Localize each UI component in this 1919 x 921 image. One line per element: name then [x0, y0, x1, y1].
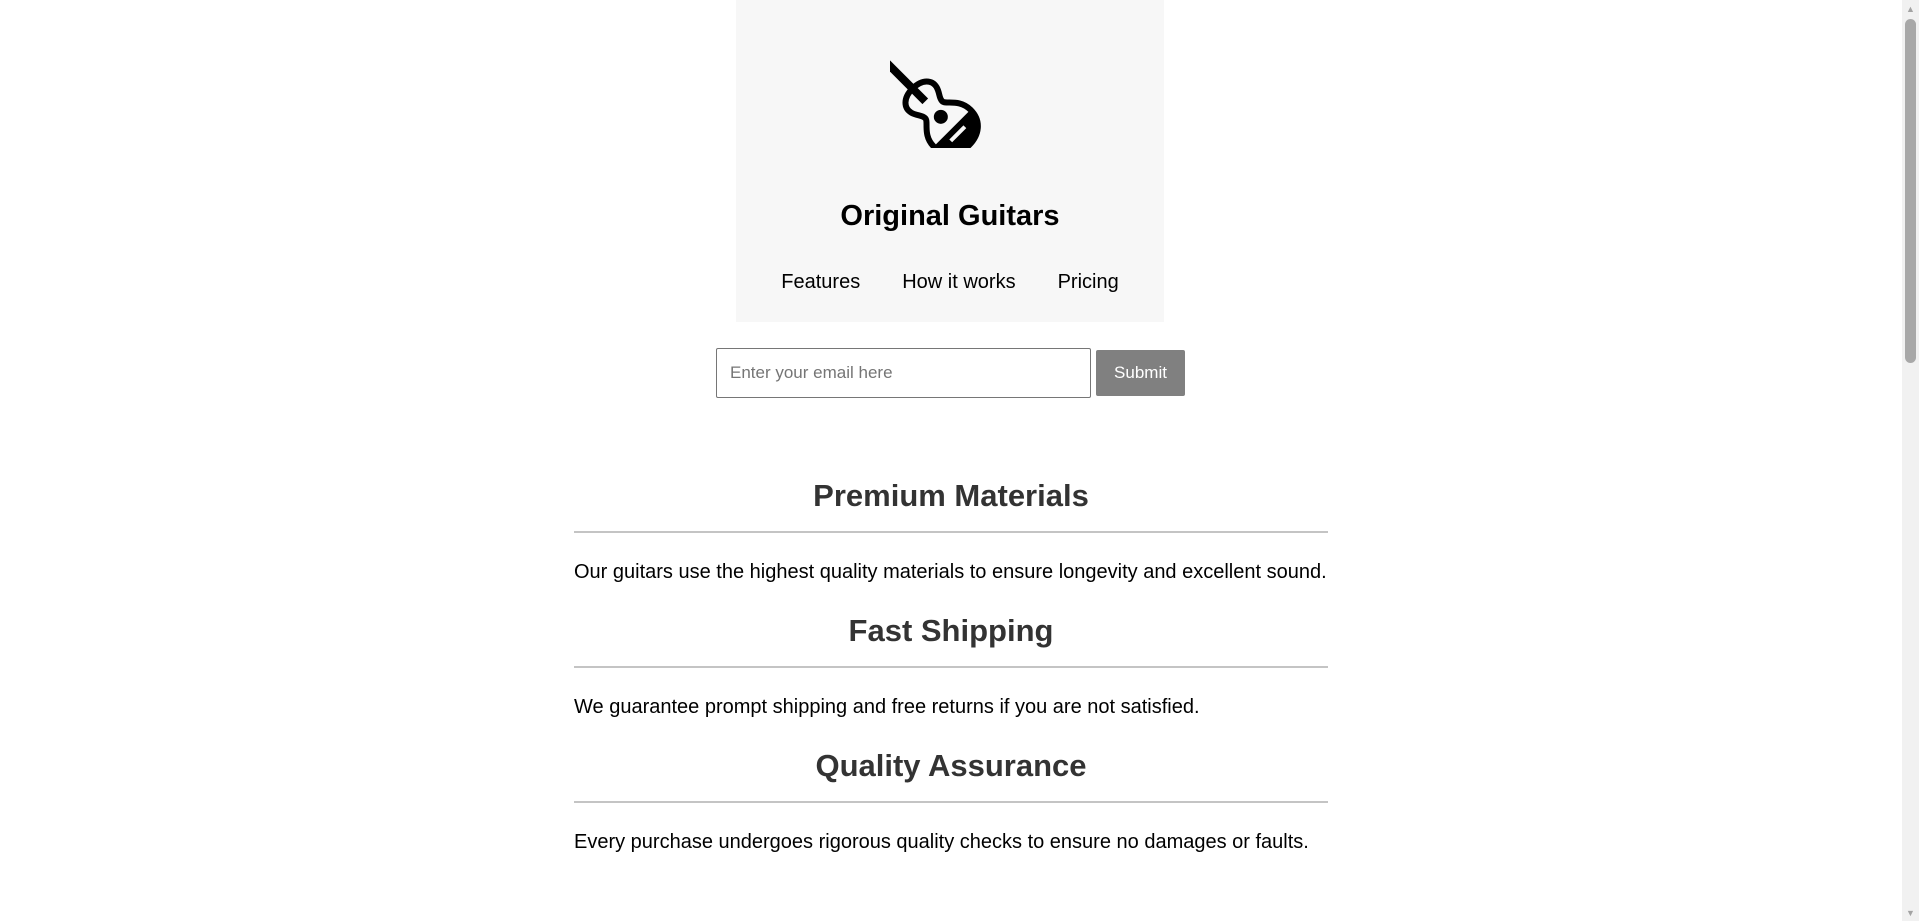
feature-divider	[574, 801, 1328, 803]
vertical-scrollbar[interactable]: ▲ ▼	[1902, 0, 1919, 921]
nav-link-features[interactable]: Features	[760, 268, 881, 296]
nav-link-pricing[interactable]: Pricing	[1037, 268, 1140, 296]
page: Original Guitars Features How it works P…	[0, 0, 1919, 921]
submit-button[interactable]: Submit	[1096, 350, 1185, 396]
feature-divider	[574, 666, 1328, 668]
feature-premium-materials: Premium Materials Our guitars use the hi…	[574, 472, 1328, 585]
guitar-icon	[890, 53, 981, 148]
site-title: Original Guitars	[840, 200, 1060, 232]
feature-divider	[574, 531, 1328, 533]
feature-title: Fast Shipping	[848, 613, 1054, 648]
scroll-up-arrow-icon[interactable]: ▲	[1902, 0, 1919, 17]
scrollbar-thumb[interactable]	[1905, 19, 1916, 363]
features-section: Premium Materials Our guitars use the hi…	[574, 472, 1328, 855]
feature-fast-shipping: Fast Shipping We guarantee prompt shippi…	[574, 607, 1328, 720]
scroll-down-arrow-icon[interactable]: ▼	[1902, 904, 1919, 921]
feature-text: Every purchase undergoes rigorous qualit…	[574, 831, 1309, 853]
main-nav: Features How it works Pricing	[736, 268, 1164, 296]
feature-text: We guarantee prompt shipping and free re…	[574, 696, 1200, 718]
nav-link-how-it-works[interactable]: How it works	[881, 268, 1036, 296]
site-header: Original Guitars Features How it works P…	[736, 0, 1164, 322]
feature-title: Quality Assurance	[815, 748, 1087, 783]
feature-quality-assurance: Quality Assurance Every purchase undergo…	[574, 742, 1328, 855]
email-signup-form: Submit	[716, 348, 1185, 398]
feature-title: Premium Materials	[813, 478, 1089, 513]
email-input[interactable]	[716, 348, 1091, 398]
feature-text: Our guitars use the highest quality mate…	[574, 561, 1327, 583]
